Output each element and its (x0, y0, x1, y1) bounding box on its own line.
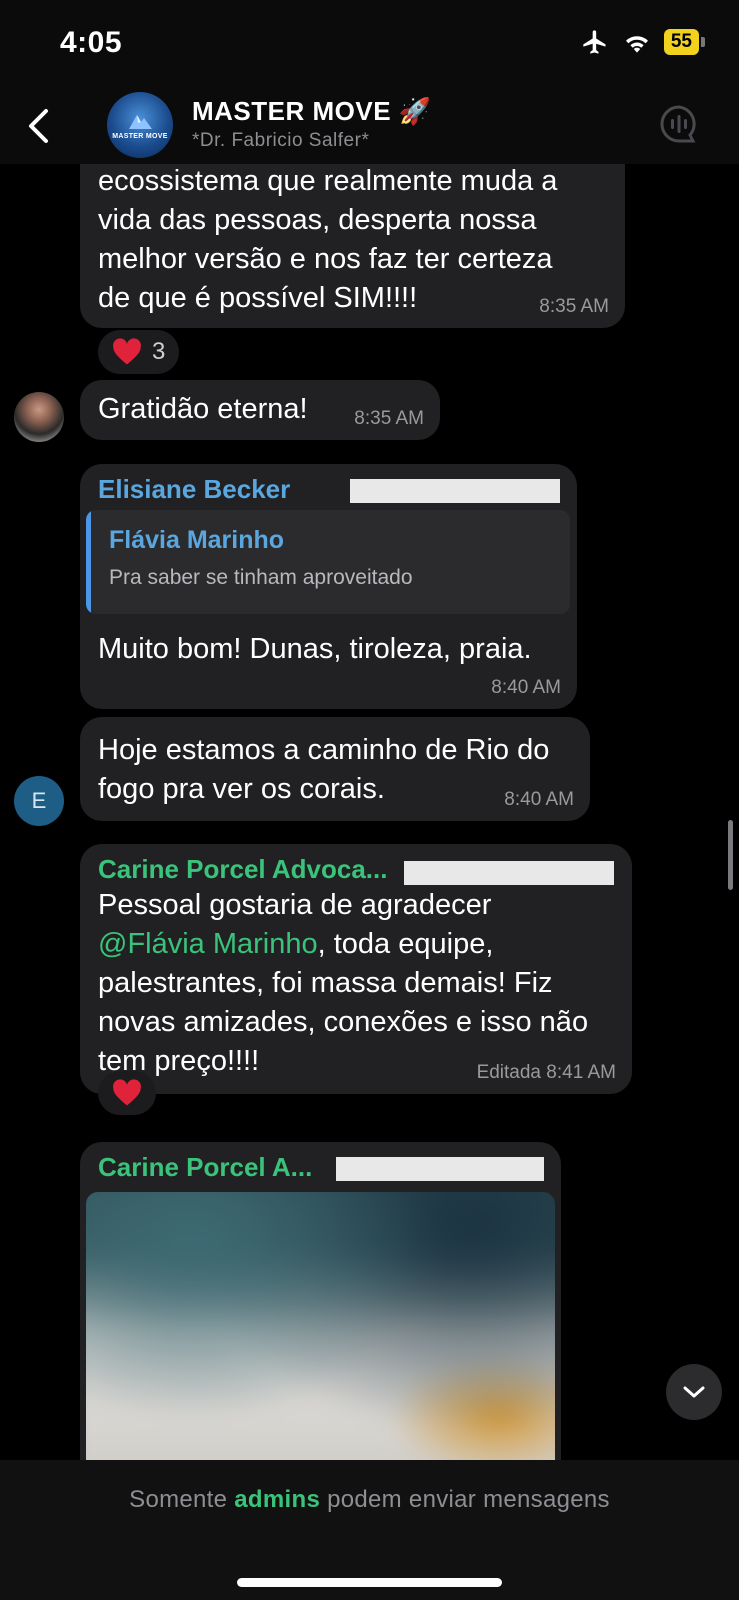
quote-text: Pra saber se tinham aproveitado (109, 566, 413, 589)
message-line: Hoje estamos a caminho de Rio do (98, 734, 550, 766)
voice-chat-button[interactable] (657, 102, 701, 146)
airplane-icon (583, 30, 606, 54)
status-time: 4:05 (60, 26, 123, 59)
footer: Somente admins podem enviar mensagens (0, 1460, 739, 1600)
battery-nub (701, 37, 705, 47)
scroll-to-bottom-button[interactable] (666, 1364, 722, 1420)
notice-prefix: Somente (129, 1486, 228, 1513)
group-title[interactable]: MASTER MOVE 🚀 (192, 96, 432, 127)
message-line: Pessoal gostaria de agradecer (98, 889, 492, 921)
reply-quote[interactable]: Flávia Marinho Pra saber se tinham aprov… (86, 510, 570, 614)
heart-icon (113, 338, 141, 365)
chevron-down-icon (683, 1386, 705, 1398)
admins-only-notice: Somente admins podem enviar mensagens (0, 1486, 739, 1514)
quote-bar (86, 510, 91, 614)
message-time: 8:35 AM (539, 296, 609, 317)
quote-sender: Flávia Marinho (109, 526, 285, 554)
message-time: 8:35 AM (354, 408, 424, 429)
message-line: ecossistema que realmente muda a (98, 165, 558, 197)
reaction-count: 3 (152, 338, 166, 365)
back-button[interactable] (18, 104, 58, 148)
mention-link[interactable]: @Flávia Marinho (98, 928, 318, 960)
message-text: Gratidão eterna! (98, 393, 308, 425)
status-icons: 55 (580, 28, 705, 56)
message-line: melhor versão e nos faz ter certeza (98, 243, 553, 275)
admins-label: admins (234, 1486, 321, 1513)
message-line: vida das pessoas, desperta nossa (98, 204, 537, 236)
wifi-icon (625, 36, 648, 53)
redacted-block (350, 479, 560, 503)
message-line: @Flávia Marinho, toda equipe, (98, 925, 588, 964)
message-bubble[interactable]: Gratidão eterna! 8:35 AM (80, 380, 440, 440)
avatar-logo-text: MASTER MOVE (112, 132, 168, 140)
redacted-block (404, 861, 614, 885)
chat-area[interactable]: ecossistema que realmente muda a vida da… (0, 164, 739, 1460)
redacted-block (336, 1157, 544, 1181)
message-text: Muito bom! Dunas, tiroleza, praia. (98, 633, 532, 665)
message-time: 8:40 AM (491, 677, 561, 698)
message-bubble[interactable]: Hoje estamos a caminho de Rio do fogo pr… (80, 717, 590, 821)
heart-icon (113, 1079, 141, 1106)
media-frame[interactable] (86, 1192, 555, 1460)
message-line: de que é possível SIM!!!! (98, 282, 418, 314)
media-message-bubble[interactable]: Carine Porcel A... (80, 1142, 561, 1460)
status-bar: 4:05 55 (0, 0, 739, 90)
reaction-badge[interactable] (98, 1071, 156, 1115)
reaction-badge[interactable]: 3 (98, 330, 180, 374)
logo-icon (129, 114, 152, 129)
group-avatar[interactable]: MASTER MOVE (107, 92, 173, 158)
battery-level: 55 (663, 29, 699, 55)
sender-name[interactable]: Carine Porcel Advoca... (98, 854, 387, 885)
message-time: Editada 8:41 AM (476, 1062, 616, 1083)
message-bubble[interactable]: ecossistema que realmente muda a vida da… (80, 164, 625, 328)
voice-chat-icon (660, 105, 696, 143)
sender-name[interactable]: Elisiane Becker (98, 474, 290, 505)
avatar[interactable]: E (14, 776, 64, 826)
message-bubble[interactable]: Carine Porcel Advoca... Pessoal gostaria… (80, 844, 632, 1094)
group-subtitle: *Dr. Fabricio Salfer* (192, 130, 370, 151)
home-indicator[interactable] (237, 1578, 502, 1587)
notice-suffix: podem enviar mensagens (327, 1486, 610, 1513)
message-fragment: , toda equipe, (317, 928, 494, 960)
message-line: palestrantes, foi massa demais! Fiz (98, 967, 553, 999)
avatar[interactable] (14, 392, 64, 442)
message-line: novas amizades, conexões e isso não (98, 1006, 589, 1038)
message-line: fogo pra ver os corais. (98, 773, 385, 805)
message-bubble[interactable]: Elisiane Becker Flávia Marinho Pra saber… (80, 464, 577, 709)
blurred-photo (86, 1192, 555, 1460)
sender-name[interactable]: Carine Porcel A... (98, 1152, 312, 1183)
message-time: 8:40 AM (504, 789, 574, 810)
chevron-left-icon (29, 109, 48, 143)
chat-header: MASTER MOVE MASTER MOVE 🚀 *Dr. Fabricio … (0, 90, 739, 164)
scrollbar[interactable] (728, 820, 733, 890)
